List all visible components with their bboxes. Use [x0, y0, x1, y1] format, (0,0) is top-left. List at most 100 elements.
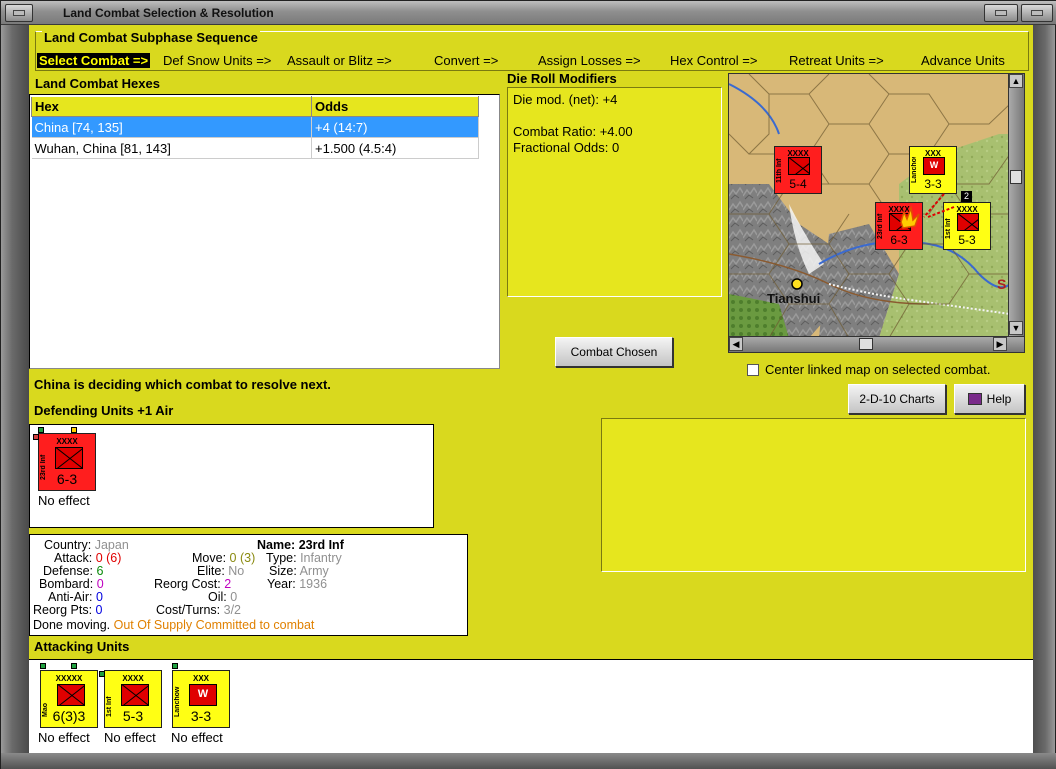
status-dot-icon	[172, 663, 178, 669]
defending-label: Defending Units +1 Air	[34, 403, 174, 418]
info-reorg-cost: Reorg Cost: 2	[154, 577, 232, 591]
step-select-combat: Select Combat =>	[37, 53, 151, 68]
attack-arrow-icon	[923, 193, 955, 218]
warlord-icon: W	[923, 157, 945, 175]
drm-line: Die mod. (net): +4	[513, 92, 618, 107]
column-header-odds[interactable]: Odds	[311, 96, 479, 117]
window-frame: Land Combat Selection & Resolution Land …	[0, 0, 1056, 769]
unit-size: XXXXX	[55, 674, 83, 683]
map-counter[interactable]: XXX Lanchow Wld W 3-3	[909, 146, 957, 194]
city-marker[interactable]	[791, 278, 803, 290]
frame-right-edge	[1031, 25, 1055, 769]
infantry-icon	[957, 213, 979, 231]
linked-map[interactable]: Tianshui S XXXX 11th Inf 5-4 XXX Lanchow…	[728, 73, 1025, 353]
system-menu-button[interactable]	[5, 4, 33, 22]
info-size: Size: Army	[269, 564, 329, 578]
close-icon	[1031, 10, 1043, 16]
status-dot-icon	[38, 427, 44, 433]
unit-strength: 6-3	[56, 471, 78, 487]
scroll-down-icon[interactable]: ▼	[1009, 321, 1023, 335]
unit-info-panel: Country: Japan Attack: 0 (6) Defense: 6 …	[29, 534, 468, 636]
charts-button[interactable]: 2-D-10 Charts	[848, 384, 946, 414]
info-antiair: Anti-Air: 0	[48, 590, 103, 604]
attacking-unit-result: No effect	[171, 730, 223, 745]
status-dot-icon	[71, 427, 77, 433]
column-header-hex[interactable]: Hex	[31, 96, 312, 117]
attacking-unit-counter[interactable]: XXX Lanchow Wld W 3-3	[172, 670, 230, 728]
odds-cell: +1.500 (4.5:4)	[311, 137, 479, 159]
scroll-left-icon[interactable]: ◀	[729, 337, 743, 351]
help-button-label: Help	[986, 392, 1012, 406]
hexes-label: Land Combat Hexes	[35, 76, 160, 91]
center-map-label: Center linked map on selected combat.	[765, 362, 991, 377]
step-def-snow-units: Def Snow Units =>	[163, 53, 272, 68]
attacking-unit-counter[interactable]: XXXXX Mao 6(3)3	[40, 670, 98, 728]
attacking-unit-counter[interactable]: XXXX 1st Inf 5-3	[104, 670, 162, 728]
unit-strength: 6(3)3	[52, 708, 86, 724]
defending-unit-counter[interactable]: XXXX 23rd Inf 6-3	[38, 433, 96, 491]
scroll-thumb[interactable]	[859, 338, 873, 350]
drm-line: Fractional Odds: 0	[513, 140, 620, 155]
stack-count-badge: 2	[961, 191, 972, 202]
info-defense: Defense: 6	[43, 564, 104, 578]
status-dot-icon	[40, 663, 46, 669]
attacking-label: Attacking Units	[34, 639, 130, 654]
info-name: Name: 23rd Inf	[257, 538, 344, 552]
unit-size: XXX	[192, 674, 209, 683]
map-horizontal-scrollbar[interactable]: ◀ ▶	[729, 336, 1024, 352]
title-bar[interactable]: Land Combat Selection & Resolution	[1, 1, 1056, 25]
attacking-unit-result: No effect	[104, 730, 156, 745]
info-year: Year: 1936	[267, 577, 328, 591]
window-title: Land Combat Selection & Resolution	[63, 6, 274, 20]
scroll-right-icon[interactable]: ▶	[993, 337, 1007, 351]
attacking-unit-result: No effect	[38, 730, 90, 745]
status-dot-icon	[71, 663, 77, 669]
unit-size: XXXX	[122, 674, 144, 683]
maximize-button[interactable]	[984, 4, 1018, 22]
map-counter[interactable]: XXXX 11th Inf 5-4	[774, 146, 822, 194]
frame-bottom-edge	[1, 753, 1056, 769]
warlord-icon: W	[189, 684, 217, 706]
status-dot-icon	[99, 671, 105, 677]
hex-cell: China [74, 135]	[31, 116, 312, 138]
unit-size: XXXX	[56, 437, 78, 446]
combat-message-panel	[601, 418, 1026, 572]
drm-line: Combat Ratio: +4.00	[513, 124, 633, 139]
info-status-line: Done moving. Out Of Supply Committed to …	[33, 618, 315, 632]
table-row[interactable]: China [74, 135] +4 (14:7)	[31, 116, 479, 138]
scroll-thumb[interactable]	[1010, 170, 1022, 184]
unit-strength: 3-3	[190, 708, 212, 724]
subphase-title: Land Combat Subphase Sequence	[42, 30, 260, 45]
step-advance-units: Advance Units	[921, 53, 1005, 68]
defending-unit-result: No effect	[38, 493, 90, 508]
info-attack: Attack: 0 (6)	[54, 551, 122, 565]
info-move: Move: 0 (3)	[192, 551, 256, 565]
frame-left-edge	[1, 25, 29, 769]
center-map-checkbox[interactable]	[747, 364, 759, 376]
scroll-up-icon[interactable]: ▲	[1009, 74, 1023, 88]
hexes-list[interactable]: Hex Odds China [74, 135] +4 (14:7) Wuhan…	[29, 94, 500, 369]
infantry-icon	[55, 447, 83, 469]
table-row[interactable]: Wuhan, China [81, 143] +1.500 (4.5:4)	[31, 137, 479, 159]
drm-panel: Die mod. (net): +4 Combat Ratio: +4.00 F…	[507, 87, 722, 297]
status-dot-icon	[33, 434, 39, 440]
hex-cell: Wuhan, China [81, 143]	[31, 137, 312, 159]
close-button[interactable]	[1021, 4, 1053, 22]
warlord-letter: W	[929, 160, 939, 170]
step-assign-losses: Assign Losses =>	[538, 53, 641, 68]
warlord-letter: W	[197, 688, 209, 700]
maximize-icon	[995, 10, 1007, 16]
center-map-option[interactable]: Center linked map on selected combat.	[747, 362, 990, 377]
unit-strength: 3-3	[924, 177, 942, 191]
info-elite: Elite: No	[197, 564, 245, 578]
map-vertical-scrollbar[interactable]: ▲ ▼	[1008, 74, 1024, 337]
defending-units-panel: XXXX 23rd Inf 6-3 No effect	[29, 424, 434, 528]
window-menu-icon	[13, 10, 25, 16]
info-country: Country: Japan	[44, 538, 129, 552]
help-button[interactable]: Help	[954, 384, 1025, 414]
combat-chosen-button[interactable]: Combat Chosen	[555, 337, 673, 367]
info-reorg-pts: Reorg Pts: 0	[33, 603, 103, 617]
step-retreat-units: Retreat Units =>	[789, 53, 884, 68]
info-cost-turns: Cost/Turns: 3/2	[156, 603, 242, 617]
info-type: Type: Infantry	[266, 551, 342, 565]
